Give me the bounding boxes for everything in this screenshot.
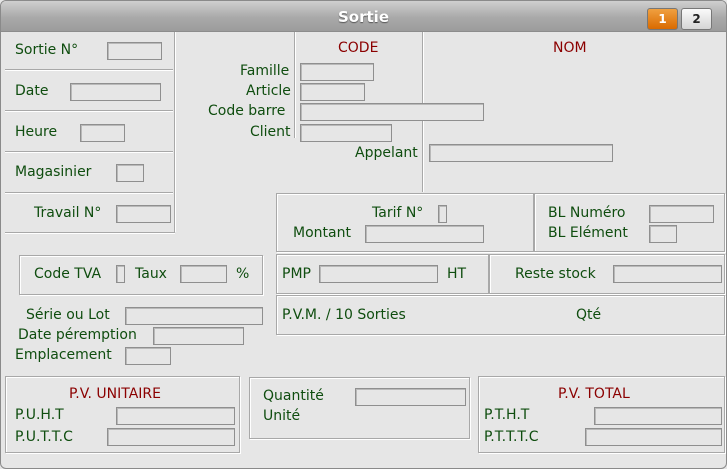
tarif-no-label: Tarif N° bbox=[372, 205, 424, 221]
quantite-label: Quantité bbox=[263, 388, 324, 404]
montant-label: Montant bbox=[293, 225, 351, 241]
date-field[interactable] bbox=[70, 83, 161, 101]
client-field[interactable] bbox=[300, 124, 392, 142]
travail-no-field[interactable] bbox=[116, 205, 171, 223]
client-label: Client bbox=[250, 124, 291, 140]
heure-field[interactable] bbox=[80, 124, 125, 142]
montant-field[interactable] bbox=[365, 225, 484, 243]
bl-element-label: BL Elément bbox=[548, 225, 628, 241]
reste-stock-field[interactable] bbox=[613, 265, 722, 283]
puttc-field[interactable] bbox=[107, 428, 235, 446]
code-barre-field[interactable] bbox=[300, 103, 484, 121]
sortie-window: Sortie 1 2 Sortie N° Date Heure Magasini… bbox=[0, 0, 727, 469]
tarif-no-field[interactable] bbox=[438, 205, 447, 223]
appelant-field[interactable] bbox=[429, 144, 613, 162]
taux-label: Taux bbox=[135, 266, 167, 282]
magasinier-label: Magasinier bbox=[15, 164, 92, 180]
serie-lot-label: Série ou Lot bbox=[26, 307, 110, 323]
left-panel-border bbox=[174, 32, 176, 232]
divider bbox=[5, 192, 173, 194]
code-tva-label: Code TVA bbox=[34, 266, 102, 282]
divider bbox=[5, 110, 173, 112]
puht-field[interactable] bbox=[116, 407, 235, 425]
puht-label: P.U.H.T bbox=[15, 407, 64, 423]
serie-lot-field[interactable] bbox=[125, 307, 263, 325]
bl-numero-field[interactable] bbox=[649, 205, 714, 223]
sortie-no-label: Sortie N° bbox=[15, 42, 79, 58]
percent-label: % bbox=[236, 266, 250, 282]
ptht-label: P.T.H.T bbox=[484, 407, 530, 423]
emplacement-field[interactable] bbox=[125, 347, 171, 365]
famille-label: Famille bbox=[240, 63, 290, 79]
puttc-label: P.U.T.T.C bbox=[15, 429, 73, 445]
article-field[interactable] bbox=[300, 83, 365, 101]
unite-label: Unité bbox=[263, 408, 301, 424]
emplacement-label: Emplacement bbox=[15, 347, 112, 363]
sortie-no-field[interactable] bbox=[107, 42, 162, 60]
date-label: Date bbox=[15, 83, 49, 99]
quantite-field[interactable] bbox=[355, 388, 466, 406]
divider bbox=[5, 151, 173, 153]
tarif-box bbox=[276, 193, 534, 252]
ht-label: HT bbox=[447, 266, 467, 282]
nom-header: NOM bbox=[553, 40, 587, 56]
title-bar: Sortie 1 2 bbox=[1, 1, 726, 32]
appelant-label: Appelant bbox=[355, 145, 418, 161]
pmp-field[interactable] bbox=[319, 265, 438, 283]
ptttc-field[interactable] bbox=[585, 428, 722, 446]
magasinier-field[interactable] bbox=[116, 164, 144, 182]
code-border-left bbox=[294, 32, 296, 138]
page-2-button[interactable]: 2 bbox=[681, 8, 712, 30]
divider bbox=[5, 232, 175, 234]
code-barre-label: Code barre bbox=[208, 103, 286, 119]
ptttc-label: P.T.T.T.C bbox=[484, 429, 539, 445]
ptht-field[interactable] bbox=[594, 407, 722, 425]
heure-label: Heure bbox=[15, 124, 58, 140]
code-header: CODE bbox=[338, 40, 379, 56]
page-1-button[interactable]: 1 bbox=[647, 8, 678, 30]
pvm-label: P.V.M. / 10 Sorties bbox=[282, 307, 406, 323]
qte-label: Qté bbox=[576, 307, 602, 323]
pv-unitaire-header: P.V. UNITAIRE bbox=[69, 386, 161, 402]
travail-no-label: Travail N° bbox=[34, 205, 102, 221]
window-title: Sortie bbox=[338, 8, 389, 26]
bl-numero-label: BL Numéro bbox=[548, 205, 626, 221]
reste-stock-label: Reste stock bbox=[515, 266, 596, 282]
code-tva-field[interactable] bbox=[116, 265, 125, 283]
pmp-label: PMP bbox=[282, 266, 311, 282]
divider bbox=[5, 69, 173, 71]
taux-field[interactable] bbox=[180, 265, 227, 283]
article-label: Article bbox=[246, 83, 291, 99]
date-peremption-label: Date péremption bbox=[18, 327, 137, 343]
famille-field[interactable] bbox=[300, 63, 374, 81]
bl-element-field[interactable] bbox=[649, 225, 677, 243]
date-peremption-field[interactable] bbox=[153, 327, 244, 345]
pv-total-header: P.V. TOTAL bbox=[558, 386, 630, 402]
